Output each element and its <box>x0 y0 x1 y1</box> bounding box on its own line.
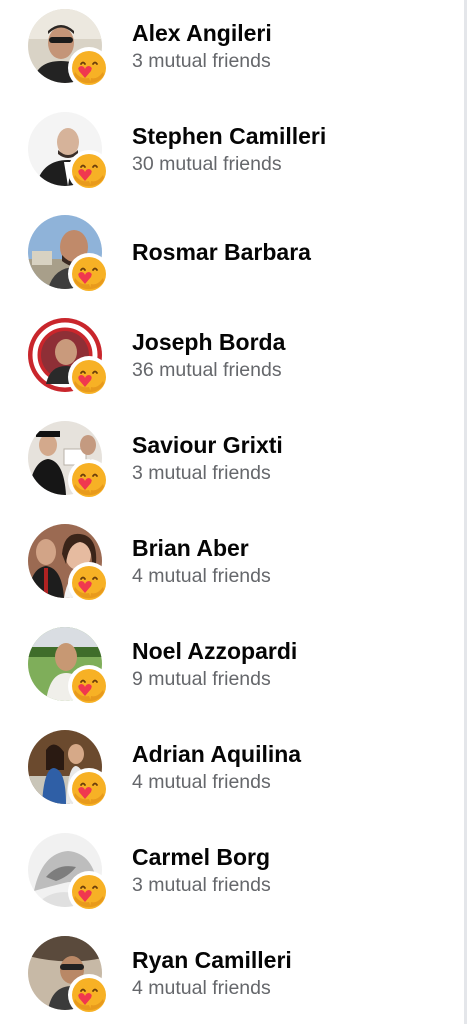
friend-name[interactable]: Joseph Borda <box>132 327 452 357</box>
list-item[interactable]: Brian Aber 4 mutual friends <box>0 524 464 620</box>
care-reaction-icon <box>68 768 110 810</box>
care-reaction-icon <box>68 47 110 89</box>
care-reaction-icon <box>68 974 110 1016</box>
friend-name[interactable]: Adrian Aquilina <box>132 739 452 769</box>
mutual-friends-count[interactable]: 3 mutual friends <box>132 460 452 486</box>
mutual-friends-count[interactable]: 3 mutual friends <box>132 872 452 898</box>
care-reaction-icon <box>68 150 110 192</box>
avatar-with-reaction[interactable] <box>28 112 110 192</box>
avatar-with-reaction[interactable] <box>28 524 110 604</box>
list-item[interactable]: Saviour Grixti 3 mutual friends <box>0 421 464 517</box>
friend-name[interactable]: Brian Aber <box>132 533 452 563</box>
avatar-with-reaction[interactable] <box>28 730 110 810</box>
mutual-friends-count[interactable]: 4 mutual friends <box>132 769 452 795</box>
list-item[interactable]: Joseph Borda 36 mutual friends <box>0 318 464 414</box>
list-item[interactable]: Alex Angileri 3 mutual friends <box>0 9 464 105</box>
care-reaction-icon <box>68 562 110 604</box>
care-reaction-icon <box>68 459 110 501</box>
friend-name[interactable]: Stephen Camilleri <box>132 121 452 151</box>
avatar-with-reaction[interactable] <box>28 421 110 501</box>
list-item[interactable]: Stephen Camilleri 30 mutual friends <box>0 112 464 208</box>
list-item[interactable]: Ryan Camilleri 4 mutual friends <box>0 936 464 1032</box>
mutual-friends-count[interactable]: 3 mutual friends <box>132 48 452 74</box>
friend-name[interactable]: Noel Azzopardi <box>132 636 452 666</box>
mutual-friends-count[interactable]: 30 mutual friends <box>132 151 452 177</box>
list-item[interactable]: Noel Azzopardi 9 mutual friends <box>0 627 464 723</box>
care-reaction-icon <box>68 871 110 913</box>
friend-name[interactable]: Carmel Borg <box>132 842 452 872</box>
care-reaction-icon <box>68 253 110 295</box>
care-reaction-icon <box>68 356 110 398</box>
mutual-friends-count[interactable]: 36 mutual friends <box>132 357 452 383</box>
avatar-with-reaction[interactable] <box>28 936 110 1016</box>
avatar-with-reaction[interactable] <box>28 9 110 89</box>
avatar-with-reaction[interactable] <box>28 215 110 295</box>
list-item[interactable]: Rosmar Barbara <box>0 215 464 311</box>
avatar-with-reaction[interactable] <box>28 833 110 913</box>
mutual-friends-count[interactable]: 9 mutual friends <box>132 666 452 692</box>
friend-name[interactable]: Saviour Grixti <box>132 430 452 460</box>
mutual-friends-count[interactable]: 4 mutual friends <box>132 563 452 589</box>
mutual-friends-count[interactable]: 4 mutual friends <box>132 975 452 1001</box>
friend-name[interactable]: Ryan Camilleri <box>132 945 452 975</box>
friend-name[interactable]: Rosmar Barbara <box>132 237 452 267</box>
friend-name[interactable]: Alex Angileri <box>132 18 452 48</box>
list-item[interactable]: Carmel Borg 3 mutual friends <box>0 833 464 929</box>
avatar-with-reaction[interactable] <box>28 318 110 398</box>
list-item[interactable]: Adrian Aquilina 4 mutual friends <box>0 730 464 826</box>
avatar-with-reaction[interactable] <box>28 627 110 707</box>
care-reaction-icon <box>68 665 110 707</box>
